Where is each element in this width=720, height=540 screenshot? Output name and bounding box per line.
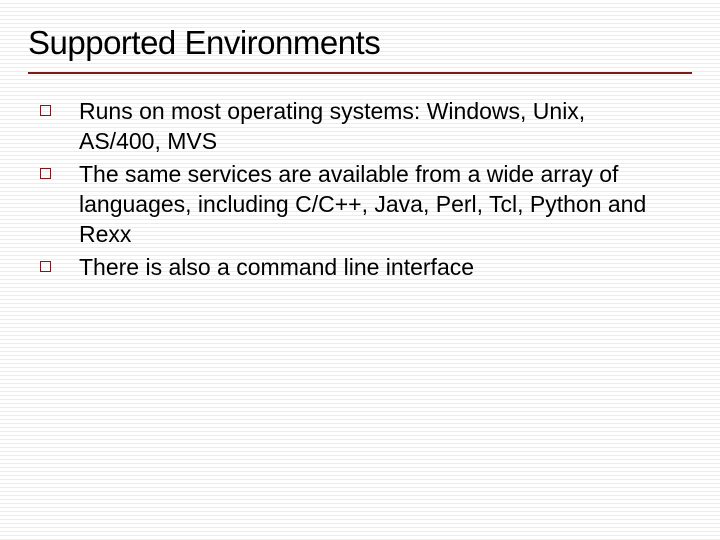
bullet-list: Runs on most operating systems: Windows,…	[40, 96, 668, 282]
list-item: There is also a command line interface	[40, 252, 668, 282]
slide-content: Runs on most operating systems: Windows,…	[28, 96, 692, 282]
square-bullet-icon	[40, 168, 51, 179]
list-item: Runs on most operating systems: Windows,…	[40, 96, 668, 157]
slide-title: Supported Environments	[28, 24, 692, 74]
square-bullet-icon	[40, 105, 51, 116]
square-bullet-icon	[40, 261, 51, 272]
bullet-text: Runs on most operating systems: Windows,…	[79, 96, 668, 157]
bullet-text: The same services are available from a w…	[79, 159, 668, 250]
slide-container: Supported Environments Runs on most oper…	[0, 0, 720, 540]
list-item: The same services are available from a w…	[40, 159, 668, 250]
bullet-text: There is also a command line interface	[79, 252, 474, 282]
